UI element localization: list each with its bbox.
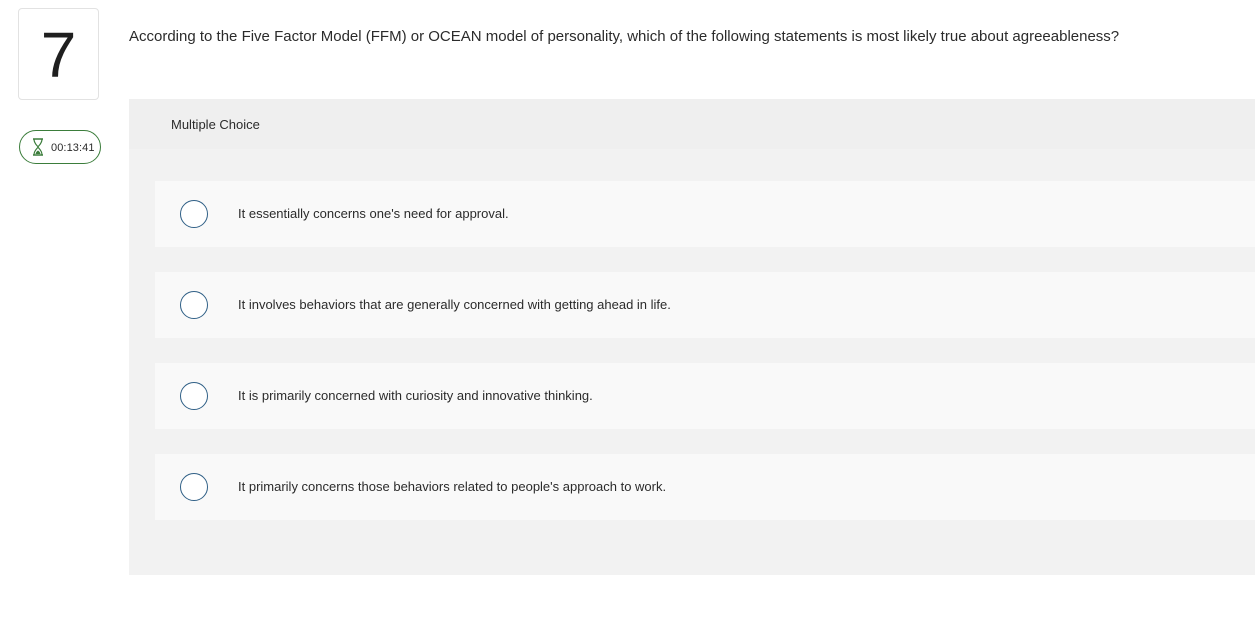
radio-button[interactable]	[180, 291, 208, 319]
timer-value: 00:13:41	[51, 142, 95, 154]
question-page: 7 00:13:41 According to the Five Factor …	[0, 0, 1255, 638]
radio-button[interactable]	[180, 473, 208, 501]
question-text: According to the Five Factor Model (FFM)…	[129, 28, 1120, 45]
answer-panel: Multiple Choice It essentially concerns …	[129, 99, 1255, 575]
radio-button[interactable]	[180, 200, 208, 228]
question-number-box: 7	[18, 8, 99, 100]
answer-type-label: Multiple Choice	[171, 116, 260, 132]
answer-option-label: It essentially concerns one's need for a…	[238, 206, 509, 221]
question-number: 7	[40, 19, 77, 91]
answer-option-3[interactable]: It is primarily concerned with curiosity…	[155, 363, 1255, 429]
answer-type-header: Multiple Choice	[129, 99, 1255, 149]
timer-badge[interactable]: 00:13:41	[19, 130, 101, 164]
radio-button[interactable]	[180, 382, 208, 410]
hourglass-icon	[31, 138, 45, 156]
answer-option-label: It primarily concerns those behaviors re…	[238, 479, 667, 494]
answer-option-label: It involves behaviors that are generally…	[238, 297, 671, 312]
answer-option-2[interactable]: It involves behaviors that are generally…	[155, 272, 1255, 338]
answer-option-1[interactable]: It essentially concerns one's need for a…	[155, 181, 1255, 247]
answer-option-label: It is primarily concerned with curiosity…	[238, 388, 593, 403]
answer-option-4[interactable]: It primarily concerns those behaviors re…	[155, 454, 1255, 520]
